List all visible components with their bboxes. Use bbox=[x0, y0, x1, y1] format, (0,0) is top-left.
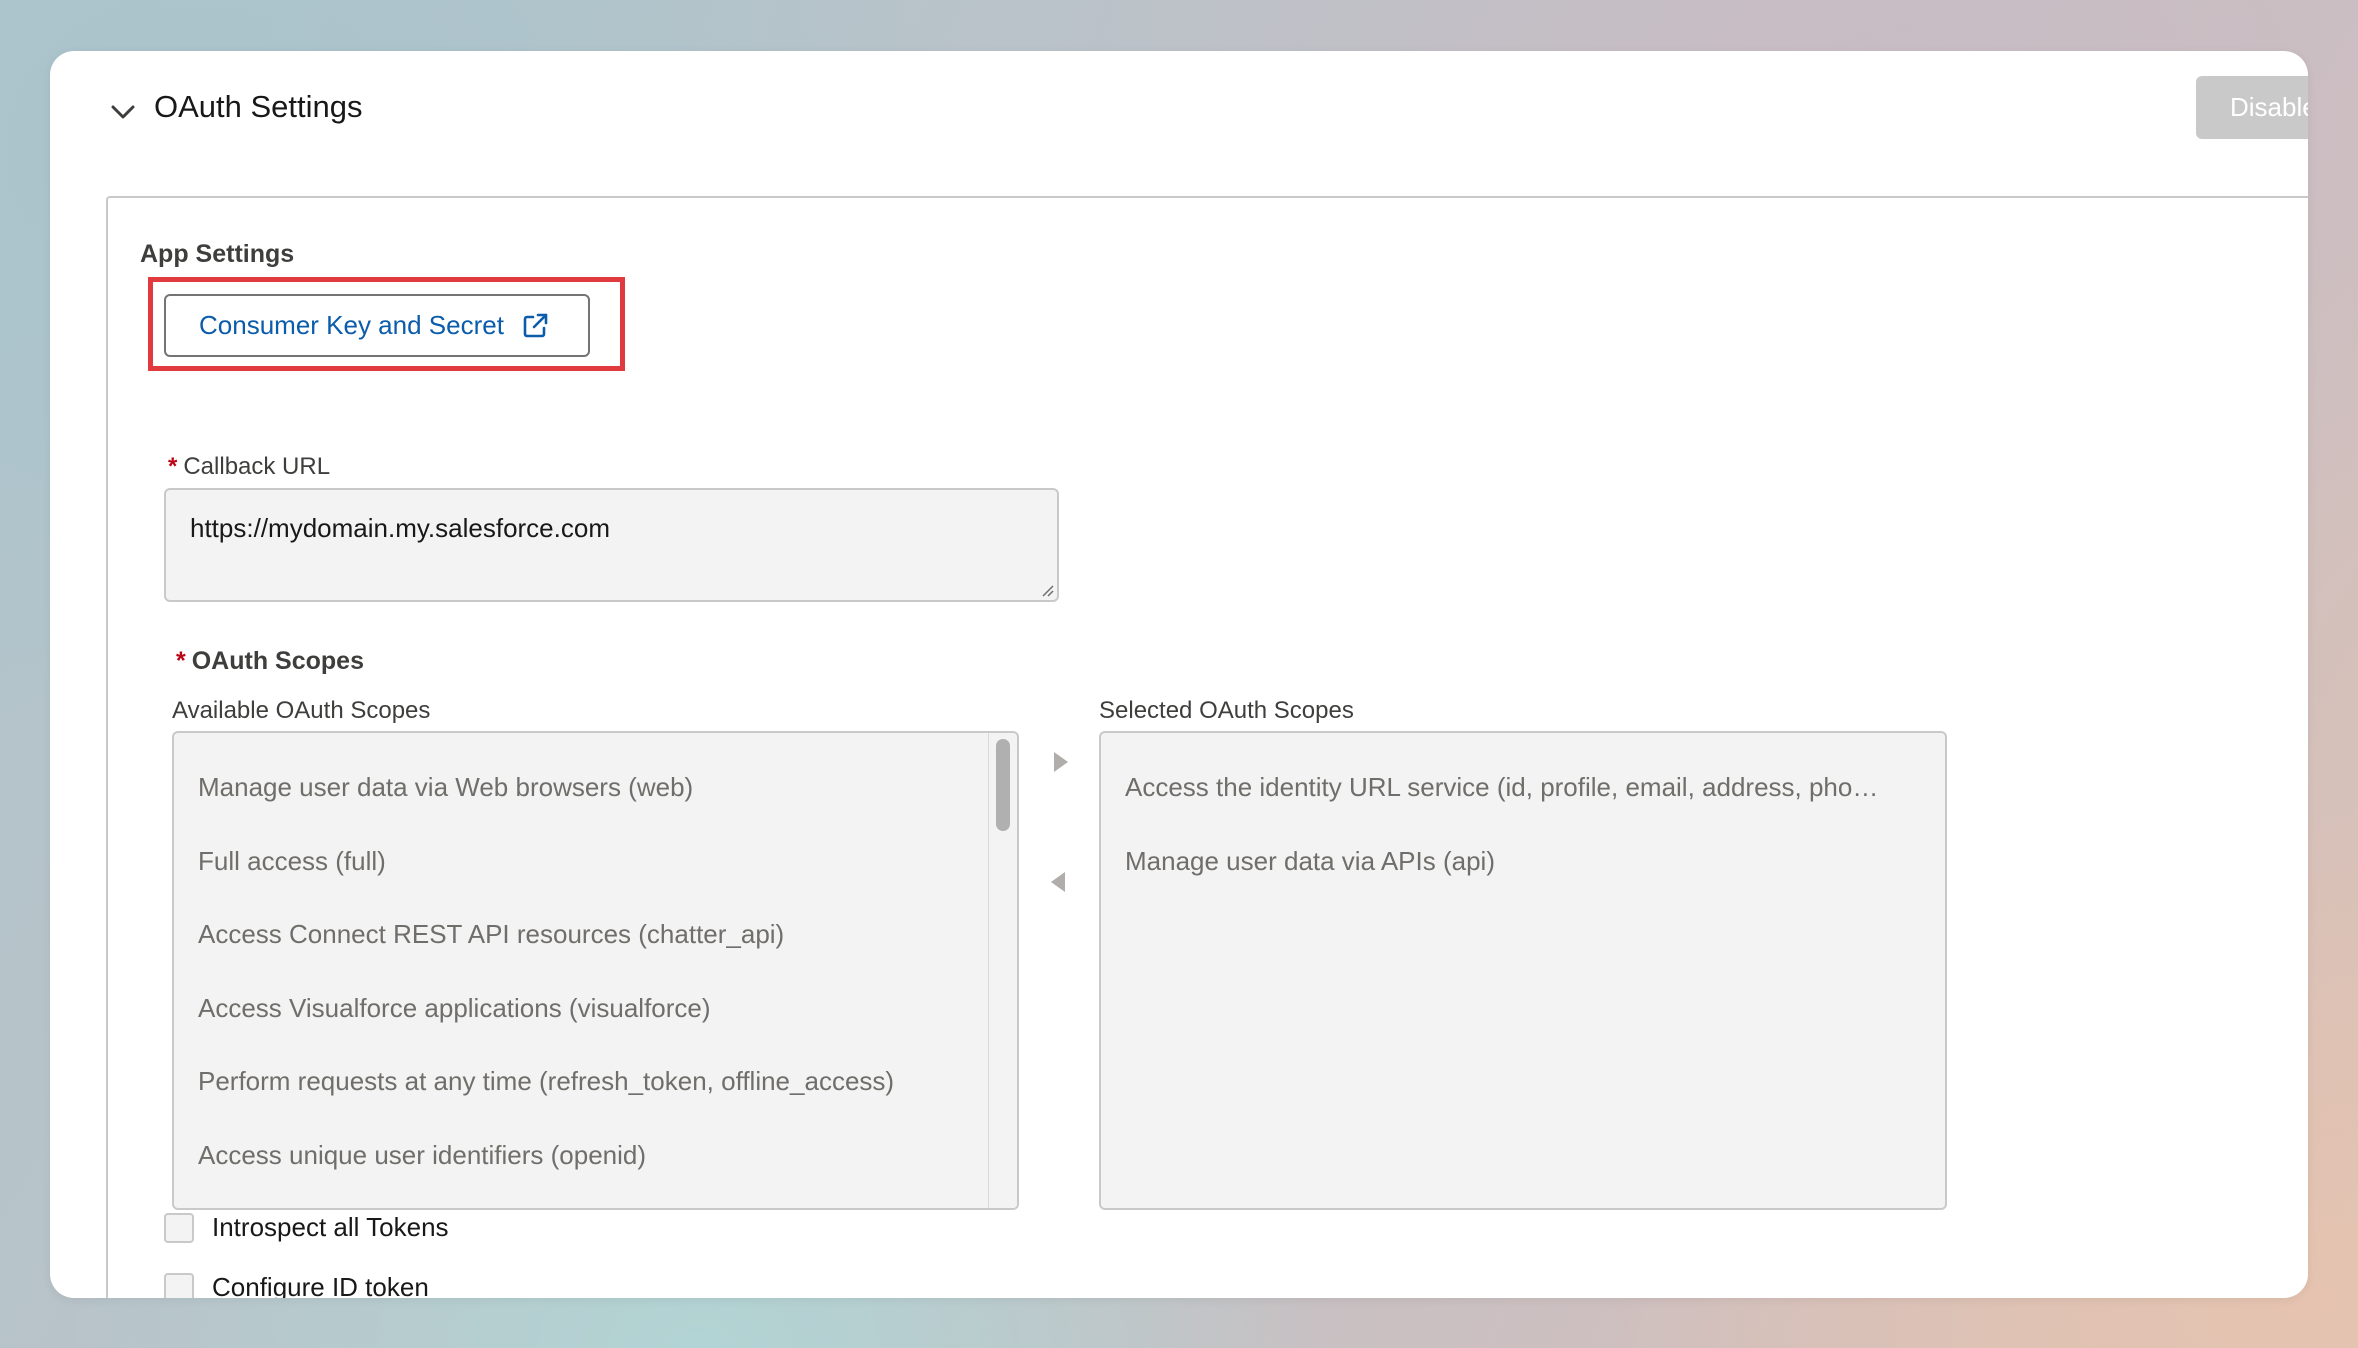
configure-id-token-label: Configure ID token bbox=[212, 1272, 429, 1298]
move-right-arrow-icon[interactable] bbox=[1050, 749, 1072, 775]
callback-url-label-text: Callback URL bbox=[183, 453, 331, 480]
app-settings-heading: App Settings bbox=[140, 240, 295, 268]
section-title: OAuth Settings bbox=[154, 89, 363, 124]
available-scopes-label: Available OAuth Scopes bbox=[172, 697, 431, 724]
oauth-scopes-heading: * OAuth Scopes bbox=[176, 647, 364, 676]
list-item[interactable]: Manage user data via Web browsers (web) bbox=[174, 751, 987, 825]
list-item[interactable]: Access Visualforce applications (visualf… bbox=[174, 972, 987, 1046]
consumer-key-and-secret-button[interactable]: Consumer Key and Secret bbox=[164, 294, 590, 357]
configure-id-token-checkbox[interactable] bbox=[164, 1272, 194, 1298]
callback-url-value: https://mydomain.my.salesforce.com bbox=[190, 513, 610, 543]
list-item[interactable]: Access Connect REST API resources (chatt… bbox=[174, 898, 987, 972]
callback-url-textarea[interactable]: https://mydomain.my.salesforce.com bbox=[164, 488, 1059, 602]
oauth-settings-window: OAuth Settings Disable App Settings Cons… bbox=[50, 51, 2308, 1298]
list-item[interactable]: Manage user data via APIs (api) bbox=[1101, 825, 1925, 899]
callback-url-label: * Callback URL bbox=[168, 453, 330, 481]
list-item[interactable]: Access the identity URL service (id, pro… bbox=[1101, 751, 1925, 825]
resize-grip-icon[interactable] bbox=[1040, 583, 1054, 597]
selected-scopes-label: Selected OAuth Scopes bbox=[1099, 697, 1354, 724]
introspect-tokens-label: Introspect all Tokens bbox=[212, 1212, 449, 1242]
external-link-icon bbox=[523, 313, 548, 337]
chevron-down-icon[interactable] bbox=[106, 95, 140, 129]
oauth-scopes-heading-text: OAuth Scopes bbox=[191, 647, 364, 675]
list-item[interactable]: Full access (full) bbox=[174, 825, 987, 899]
scrollbar-thumb[interactable] bbox=[996, 739, 1010, 831]
list-item[interactable]: Perform requests at any time (refresh_to… bbox=[174, 1045, 987, 1119]
list-item[interactable]: Access unique user identifiers (openid) bbox=[174, 1119, 987, 1193]
move-left-arrow-icon[interactable] bbox=[1047, 869, 1069, 895]
scrollbar[interactable] bbox=[988, 733, 1017, 1208]
selected-scopes-listbox[interactable]: Access the identity URL service (id, pro… bbox=[1099, 731, 1947, 1210]
required-marker: * bbox=[176, 647, 186, 675]
consumer-key-button-label: Consumer Key and Secret bbox=[199, 310, 504, 340]
configure-id-token-row: Configure ID token bbox=[164, 1272, 429, 1298]
section-header: OAuth Settings Disable bbox=[50, 51, 2308, 171]
disable-button[interactable]: Disable bbox=[2196, 76, 2308, 139]
required-marker: * bbox=[168, 453, 178, 480]
introspect-tokens-checkbox[interactable] bbox=[164, 1212, 194, 1243]
introspect-tokens-row: Introspect all Tokens bbox=[164, 1212, 449, 1243]
available-scopes-listbox[interactable]: Manage user data via Web browsers (web) … bbox=[172, 731, 1019, 1210]
